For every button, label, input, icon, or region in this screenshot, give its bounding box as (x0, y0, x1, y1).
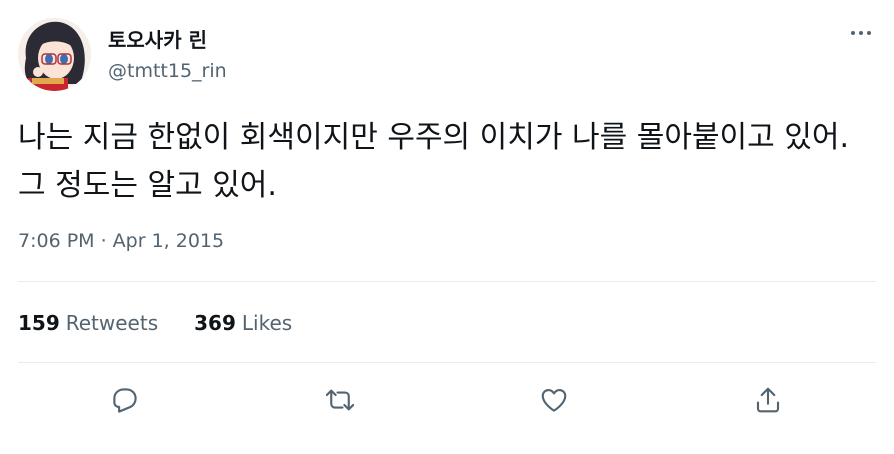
retweets-stat[interactable]: 159 Retweets (18, 311, 158, 335)
retweet-button[interactable] (322, 382, 358, 418)
avatar[interactable] (18, 18, 91, 91)
avatar-image (18, 18, 91, 91)
likes-stat[interactable]: 369 Likes (194, 311, 292, 335)
more-dot (851, 31, 855, 35)
heart-icon (541, 388, 567, 412)
share-button[interactable] (750, 382, 786, 418)
reply-button[interactable] (107, 382, 143, 418)
more-dot (867, 31, 871, 35)
tweet-text: 나는 지금 한없이 회색이지만 우주의 이치가 나를 몰아붙이고 있어. 그 정… (18, 120, 850, 203)
tweet-stats: 159 Retweets 369 Likes (18, 311, 292, 335)
likes-count: 369 (194, 311, 236, 335)
user-handle[interactable]: @tmtt15_rin (108, 60, 227, 82)
display-name[interactable]: 토오사카 린 (108, 24, 207, 53)
more-dot (859, 31, 863, 35)
more-options-icon[interactable] (846, 22, 876, 44)
share-icon (756, 387, 780, 413)
retweet-icon (325, 389, 355, 411)
like-button[interactable] (536, 382, 572, 418)
retweets-count: 159 (18, 311, 60, 335)
divider (18, 281, 876, 282)
likes-label: Likes (241, 311, 293, 335)
tweet-timestamp[interactable]: 7:06 PM · Apr 1, 2015 (18, 230, 224, 252)
divider (18, 362, 876, 363)
retweets-label: Retweets (65, 311, 159, 335)
reply-icon (113, 388, 137, 413)
